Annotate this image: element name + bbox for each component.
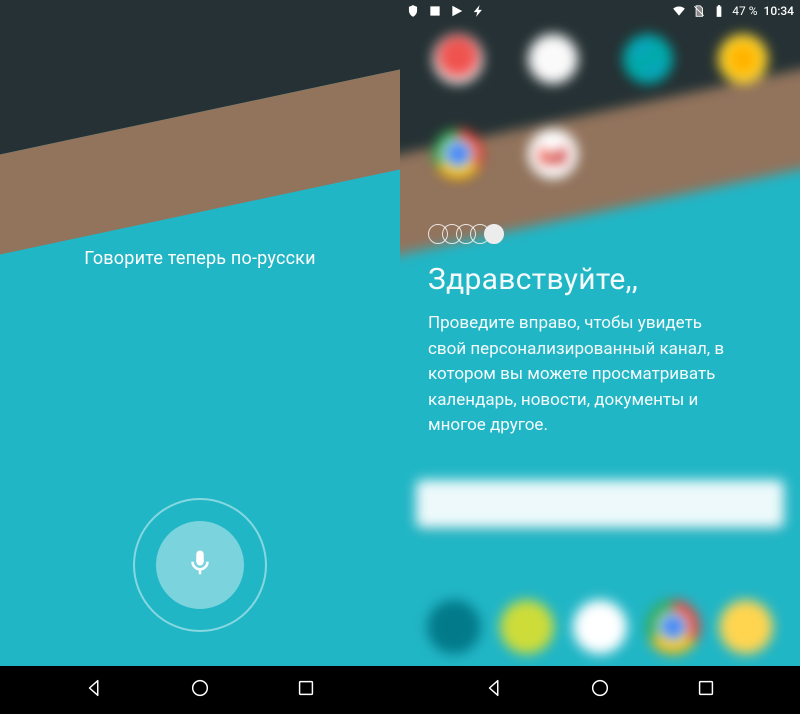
dock-mail-icon[interactable] bbox=[719, 600, 773, 654]
mic-ring bbox=[133, 498, 267, 632]
nav-back-button[interactable] bbox=[84, 677, 106, 703]
nav-home-button[interactable] bbox=[189, 677, 211, 703]
microphone-icon bbox=[185, 548, 215, 582]
voice-prompt-text: Говорите теперь по-русски bbox=[0, 248, 400, 269]
dual-screenshot: Говорите теперь по-русски bbox=[0, 0, 800, 714]
dock-apps-icon[interactable] bbox=[573, 600, 627, 654]
voice-mic-button[interactable] bbox=[133, 498, 267, 632]
dock-phone-icon[interactable] bbox=[427, 600, 481, 654]
app-chrome-icon[interactable] bbox=[410, 129, 505, 194]
battery-icon bbox=[712, 4, 726, 18]
android-navbar bbox=[400, 666, 800, 714]
nav-recents-button[interactable] bbox=[295, 677, 317, 703]
notification-bolt-icon bbox=[472, 4, 486, 18]
battery-percent-text: 47 % bbox=[732, 4, 757, 18]
onboarding-body: Проведите вправо, чтобы увидеть свой пер… bbox=[428, 311, 740, 439]
onboarding-popup: Здравствуйте,, Проведите вправо, чтобы у… bbox=[428, 224, 740, 439]
screenshot-launcher-onboarding: 47 % 10:34 bbox=[400, 0, 800, 714]
app-icon[interactable] bbox=[410, 34, 505, 99]
dock-chrome-icon[interactable] bbox=[646, 600, 700, 654]
clock-text: 10:34 bbox=[764, 4, 794, 18]
android-navbar bbox=[0, 666, 400, 714]
onboarding-page-indicator bbox=[428, 224, 740, 244]
no-sim-icon bbox=[692, 4, 706, 18]
status-bar: 47 % 10:34 bbox=[400, 0, 800, 22]
search-bar[interactable] bbox=[416, 480, 784, 528]
screenshot-voice-assistant: Говорите теперь по-русски bbox=[0, 0, 400, 714]
dock bbox=[400, 600, 800, 654]
nav-home-button[interactable] bbox=[589, 677, 611, 703]
wifi-icon bbox=[672, 4, 686, 18]
app-icon[interactable] bbox=[695, 34, 790, 99]
onboarding-title: Здравствуйте,, bbox=[428, 262, 740, 297]
nav-recents-button[interactable] bbox=[695, 677, 717, 703]
notification-play-icon bbox=[450, 4, 464, 18]
notification-brave-icon bbox=[406, 4, 420, 18]
app-icon[interactable] bbox=[600, 34, 695, 99]
mic-circle bbox=[156, 521, 244, 609]
notification-image-icon bbox=[428, 4, 442, 18]
app-icon[interactable] bbox=[505, 34, 600, 99]
nav-back-button[interactable] bbox=[484, 677, 506, 703]
app-gmail-icon[interactable] bbox=[505, 129, 600, 194]
dock-messages-icon[interactable] bbox=[500, 600, 554, 654]
